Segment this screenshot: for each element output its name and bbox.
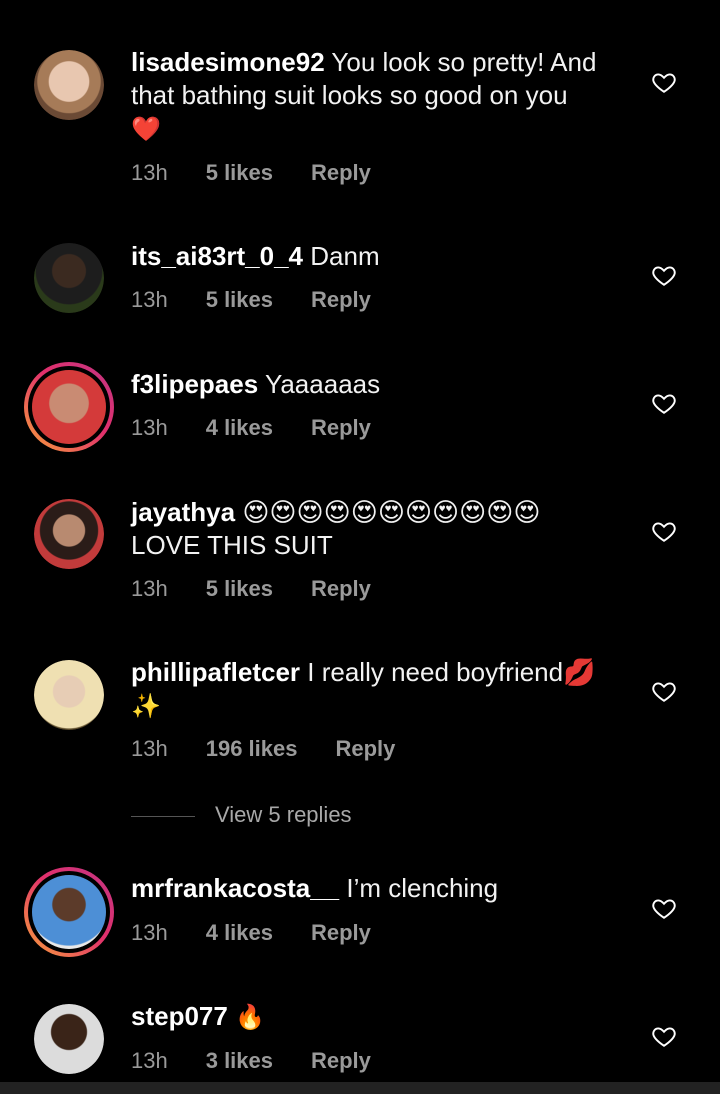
comment-username[interactable]: f3lipepaes — [131, 369, 258, 399]
comment-meta: 13h 5 likes Reply — [131, 576, 409, 602]
heart-icon[interactable] — [651, 895, 677, 921]
reply-button[interactable]: Reply — [311, 920, 371, 945]
likes-count[interactable]: 5 likes — [206, 287, 273, 312]
heart-icon[interactable] — [651, 678, 677, 704]
comment-time: 13h — [131, 287, 168, 312]
likes-count[interactable]: 4 likes — [206, 415, 273, 440]
comment-body: Yaaaaaas — [264, 369, 381, 399]
comment-time: 13h — [131, 920, 168, 945]
reply-button[interactable]: Reply — [311, 287, 371, 312]
comment-time: 13h — [131, 1048, 168, 1073]
comment-body: Danm — [310, 241, 380, 271]
avatar[interactable] — [24, 867, 114, 957]
comment-text: step077 🔥 — [131, 1000, 631, 1034]
divider — [131, 816, 195, 817]
comment-text: mrfrankacosta__ I’m clenching — [131, 872, 631, 905]
reply-button[interactable]: Reply — [335, 736, 395, 761]
heart-icon[interactable] — [651, 262, 677, 288]
comment-body: I really need boyfriend💋 — [307, 657, 596, 687]
comment-meta: 13h 4 likes Reply — [131, 415, 409, 441]
comment-body: I’m clenching — [346, 873, 499, 903]
likes-count[interactable]: 4 likes — [206, 920, 273, 945]
reply-button[interactable]: Reply — [311, 1048, 371, 1073]
comment-meta: 13h 5 likes Reply — [131, 160, 409, 186]
comment-username[interactable]: mrfrankacosta__ — [131, 873, 339, 903]
likes-count[interactable]: 5 likes — [206, 160, 273, 185]
comment-username[interactable]: phillipafletcer — [131, 657, 300, 687]
comment-meta: 13h 5 likes Reply — [131, 287, 409, 313]
likes-count[interactable]: 3 likes — [206, 1048, 273, 1073]
likes-count[interactable]: 5 likes — [206, 576, 273, 601]
comment-time: 13h — [131, 576, 168, 601]
comment-time: 13h — [131, 736, 168, 761]
avatar[interactable] — [34, 50, 104, 120]
comment-time: 13h — [131, 160, 168, 185]
avatar[interactable] — [24, 362, 114, 452]
avatar[interactable] — [34, 499, 104, 569]
comment-meta: 13h 4 likes Reply — [131, 920, 409, 946]
comment-username[interactable]: step077 — [131, 1001, 228, 1031]
comment-body: 😍😍😍😍😍😍😍😍😍😍😍 — [242, 497, 541, 527]
avatar[interactable] — [34, 660, 104, 730]
comment-username[interactable]: jayathya — [131, 497, 235, 527]
reply-button[interactable]: Reply — [311, 415, 371, 440]
heart-icon[interactable] — [651, 1023, 677, 1049]
avatar[interactable] — [34, 243, 104, 313]
comment-emoji: 🔥 — [235, 1004, 265, 1031]
view-replies-label[interactable]: View 5 replies — [215, 802, 352, 828]
avatar[interactable] — [34, 1004, 104, 1074]
heart-icon[interactable] — [651, 518, 677, 544]
comment-text: its_ai83rt_0_4 Danm — [131, 240, 631, 273]
heart-icon[interactable] — [651, 390, 677, 416]
comment-username[interactable]: its_ai83rt_0_4 — [131, 241, 303, 271]
comment-time: 13h — [131, 415, 168, 440]
comment-text: lisadesimone92 You look so pretty! And t… — [131, 46, 631, 146]
comment-text: f3lipepaes Yaaaaaas — [131, 368, 631, 401]
comment-text: phillipafletcer I really need boyfriend💋… — [131, 656, 631, 723]
comment-body-line2: LOVE THIS SUIT — [131, 530, 333, 560]
heart-icon[interactable] — [651, 69, 677, 95]
comment-username[interactable]: lisadesimone92 — [131, 47, 325, 77]
likes-count[interactable]: 196 likes — [206, 736, 298, 761]
comment-meta: 13h 196 likes Reply — [131, 736, 433, 762]
reply-button[interactable]: Reply — [311, 576, 371, 601]
bottom-bar — [0, 1082, 720, 1094]
comment-text: jayathya 😍😍😍😍😍😍😍😍😍😍😍 LOVE THIS SUIT — [131, 496, 631, 562]
comment-emoji: ✨ — [131, 693, 161, 720]
comment-meta: 13h 3 likes Reply — [131, 1048, 409, 1074]
comment-emoji: ❤️ — [131, 116, 161, 143]
reply-button[interactable]: Reply — [311, 160, 371, 185]
